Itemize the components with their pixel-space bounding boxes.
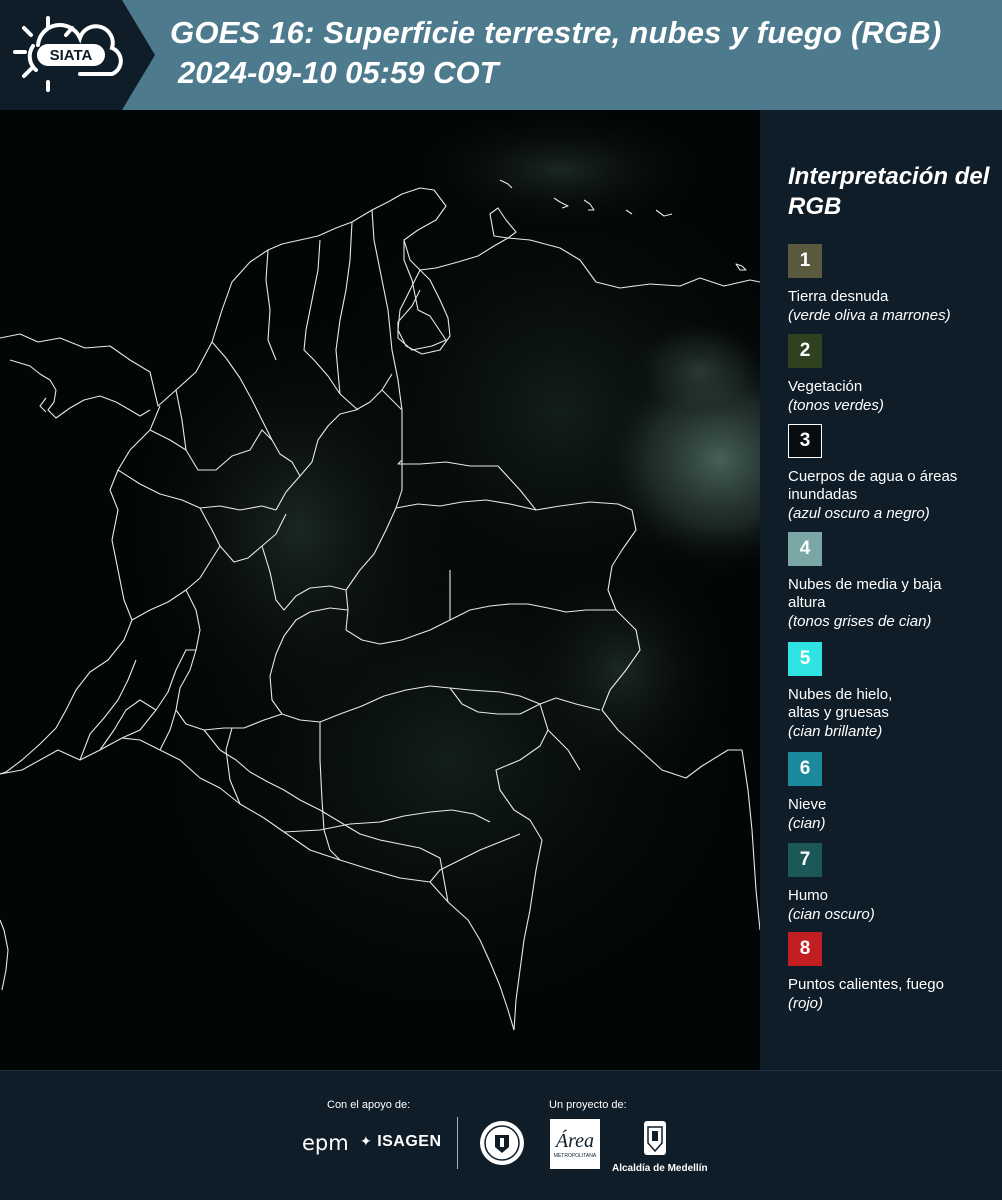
cloud-patch	[510, 550, 730, 790]
legend-label: Puntos calientes, fuego	[788, 976, 944, 993]
legend-item: 1 Tierra desnuda (verde oliva a marrones…	[788, 244, 998, 325]
legend-label: Nubes de media y baja altura	[788, 576, 942, 611]
legend-sublabel: (verde oliva a marrones)	[788, 307, 951, 324]
legend-swatch: 2	[788, 334, 822, 368]
image-datetime: 2024-09-10 05:59 COT	[178, 55, 499, 90]
legend-sublabel: (cian oscuro)	[788, 906, 875, 923]
legend-label: Nubes de hielo, altas y gruesas	[788, 686, 893, 721]
legend-sublabel: (cian)	[788, 815, 826, 832]
coat-of-arms-icon	[644, 1121, 666, 1155]
legend-item: 3 Cuerpos de agua o áreas inundadas (azu…	[788, 424, 998, 523]
legend-sublabel: (rojo)	[788, 995, 824, 1012]
legend-swatch: 8	[788, 932, 822, 966]
legend-item: 6 Nieve (cian)	[788, 752, 998, 833]
sun-cloud-icon: SIATA	[0, 0, 155, 110]
legend-item: 8 Puntos calientes, fuego (rojo)	[788, 932, 998, 1013]
legend-swatch: 5	[788, 642, 822, 676]
page-title: GOES 16: Superficie terrestre, nubes y f…	[170, 15, 942, 50]
legend-panel: Interpretación del RGB 1 Tierra desnuda …	[760, 110, 1002, 1070]
legend-label: Cuerpos de agua o áreas inundadas	[788, 468, 958, 503]
siata-logo: SIATA	[0, 0, 155, 110]
legend-swatch: 4	[788, 532, 822, 566]
project-label: Un proyecto de:	[549, 1099, 627, 1111]
legend-swatch: 6	[788, 752, 822, 786]
legend-label: Nieve	[788, 796, 827, 813]
colombia-map-svg	[0, 110, 760, 1040]
isagen-mark-icon: ✦	[360, 1133, 373, 1149]
svg-text:Área: Área	[554, 1129, 594, 1152]
legend-label: Tierra desnuda	[788, 288, 889, 305]
header-bar: SIATA GOES 16: Superficie terrestre, nub…	[0, 0, 1002, 110]
satellite-map	[0, 110, 760, 1070]
legend-sublabel: (azul oscuro a negro)	[788, 505, 930, 522]
area-metropolitana-logo: Área METROPOLITANA	[550, 1119, 600, 1169]
cloud-patch	[410, 110, 710, 230]
legend-label: Vegetación	[788, 378, 863, 395]
legend-swatch: 1	[788, 244, 822, 278]
alcaldia-label: Alcaldía de Medellín	[612, 1163, 708, 1174]
municipal-seal-icon	[480, 1121, 524, 1165]
support-label: Con el apoyo de:	[327, 1099, 411, 1111]
footer-divider	[457, 1117, 458, 1169]
legend-sublabel: (tonos grises de cian)	[788, 613, 932, 630]
legend-swatch: 7	[788, 843, 822, 877]
isagen-logo: ✦ ISAGEN	[360, 1133, 442, 1150]
legend-item: 5 Nubes de hielo, altas y gruesas (cian …	[788, 642, 998, 741]
legend-sublabel: (cian brillante)	[788, 723, 883, 740]
land-shade	[120, 310, 480, 750]
legend-swatch: 3	[788, 424, 822, 458]
footer-bar: Con el apoyo de: Un proyecto de: epm ✦ I…	[0, 1070, 1002, 1200]
epm-logo: epm	[302, 1131, 349, 1155]
legend-item: 7 Humo (cian oscuro)	[788, 843, 998, 924]
legend-label: Humo	[788, 887, 829, 904]
legend-sublabel: (tonos verdes)	[788, 397, 884, 414]
legend-title: Interpretación del RGB	[788, 163, 990, 220]
svg-text:SIATA: SIATA	[50, 47, 93, 64]
legend-item: 4 Nubes de media y baja altura (tonos gr…	[788, 532, 998, 631]
legend-item: 2 Vegetación (tonos verdes)	[788, 334, 998, 415]
svg-text:METROPOLITANA: METROPOLITANA	[554, 1153, 597, 1159]
